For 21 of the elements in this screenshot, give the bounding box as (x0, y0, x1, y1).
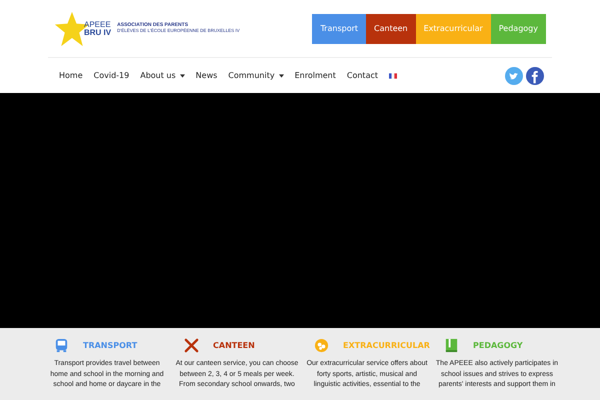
service-title: CANTEEN (213, 341, 255, 350)
service-button[interactable]: Canteen (366, 14, 416, 44)
facebook-icon[interactable] (526, 66, 544, 84)
nav-link[interactable]: News (196, 71, 218, 80)
nav-link[interactable]: Enrolment (294, 71, 336, 80)
nav-link[interactable]: Contact (346, 71, 378, 80)
service-title: TRANSPORT (83, 341, 138, 350)
caret-icon (278, 74, 284, 78)
nav-link[interactable]: Community (228, 71, 284, 80)
ball-icon (314, 338, 329, 353)
nav-link[interactable]: Home (59, 71, 83, 80)
french-flag-icon[interactable] (389, 72, 397, 78)
logo-subtitle: BRU IV (84, 28, 112, 36)
caret-icon (180, 74, 185, 78)
nav-link[interactable]: Covid-19 (94, 71, 130, 80)
book-icon (444, 338, 459, 353)
service-title: PEDAGOGY (473, 341, 523, 350)
service-title: EXTRACURRICULAR (343, 341, 430, 350)
nav-link[interactable]: About us (140, 71, 185, 80)
bus-icon (54, 338, 69, 353)
logo-name: APEEE (84, 20, 112, 28)
